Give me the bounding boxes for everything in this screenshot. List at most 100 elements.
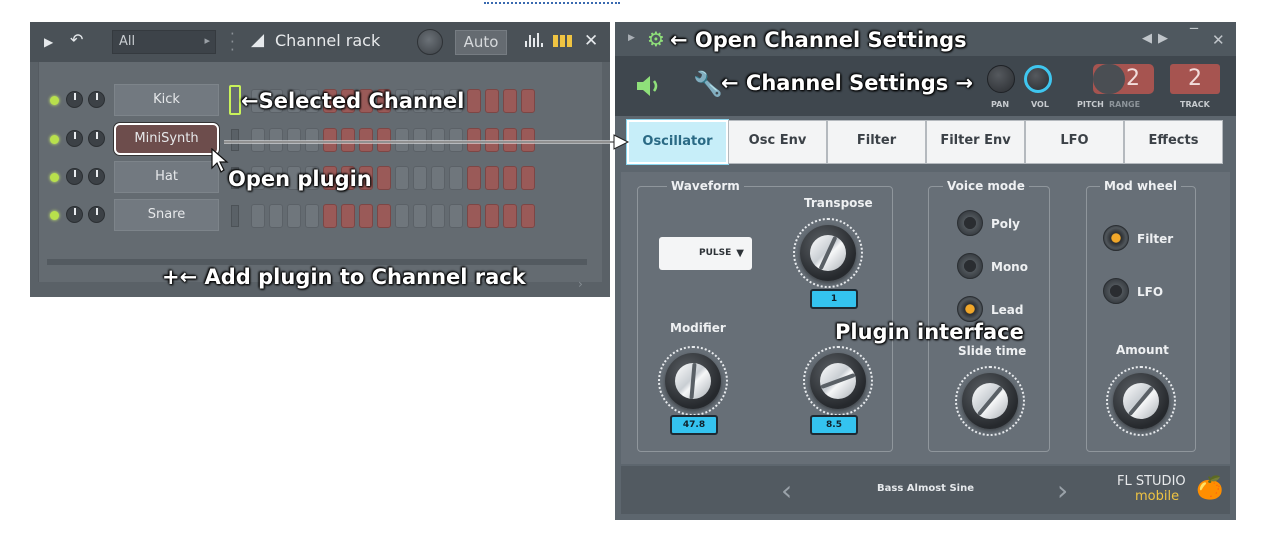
step[interactable]	[521, 166, 535, 190]
voice-lead-label: Lead	[991, 303, 1024, 317]
annotation-plugin-interface: Plugin interface	[835, 320, 1024, 344]
track-number[interactable]: 2	[1170, 64, 1220, 94]
pitch-range-control[interactable]: 2	[1093, 64, 1154, 94]
play-triangle-icon[interactable]: ▶	[628, 33, 635, 43]
step[interactable]	[449, 204, 463, 228]
step[interactable]	[323, 204, 337, 228]
volume-knob[interactable]	[88, 91, 105, 108]
channel-button-hat[interactable]: Hat	[114, 161, 219, 193]
volume-knob[interactable]	[88, 168, 105, 185]
close-icon[interactable]: ✕	[584, 33, 598, 50]
pan-knob[interactable]	[66, 168, 83, 185]
gear-icon[interactable]: ⚙	[647, 27, 665, 51]
amount-knob[interactable]	[1113, 373, 1169, 429]
step[interactable]	[449, 166, 463, 190]
voice-lead-radio[interactable]	[957, 296, 983, 322]
step[interactable]	[287, 204, 301, 228]
speaker-icon[interactable]	[635, 73, 663, 99]
channel-rack-toolbar: ▶ ↶ All ▸ · · · ◢ Channel rack Auto ✕	[30, 22, 610, 62]
annotation-selected-channel: ←Selected Channel	[241, 89, 465, 113]
step[interactable]	[467, 166, 481, 190]
volume-knob[interactable]	[88, 130, 105, 147]
chevron-right-icon: ▸	[204, 34, 210, 47]
channel-settings-window: ▶ ⚙ ◀ ▶ ‾ ✕ 🔧 PAN VOL 2 PITCH RANGE 2 TR…	[615, 22, 1236, 520]
mute-led[interactable]	[50, 211, 59, 220]
modifier-value[interactable]: 47.8	[670, 415, 718, 435]
step[interactable]	[467, 89, 481, 113]
undo-icon[interactable]: ↶	[70, 32, 83, 48]
modifier-knob[interactable]	[665, 353, 721, 409]
channel-button-minisynth[interactable]: MiniSynth	[114, 123, 219, 155]
step[interactable]	[377, 204, 391, 228]
channel-filter-select[interactable]: All ▸	[112, 30, 216, 54]
mute-led[interactable]	[50, 96, 59, 105]
step[interactable]	[431, 204, 445, 228]
swing-knob[interactable]	[417, 29, 443, 55]
step[interactable]	[377, 166, 391, 190]
step[interactable]	[485, 204, 499, 228]
next-preset-icon[interactable]: ›	[1057, 474, 1068, 507]
step[interactable]	[521, 89, 535, 113]
drag-handle-icon[interactable]: · · ·	[230, 27, 236, 58]
step[interactable]	[251, 204, 265, 228]
step[interactable]	[431, 166, 445, 190]
previous-arrow-icon[interactable]: ◀	[1142, 31, 1152, 46]
step[interactable]	[395, 166, 409, 190]
pan-knob[interactable]	[66, 91, 83, 108]
modulation-value[interactable]: 8.5	[810, 415, 858, 435]
volume-knob[interactable]	[88, 206, 105, 223]
selected-indicator[interactable]	[229, 85, 241, 115]
step[interactable]	[503, 204, 517, 228]
pan-knob[interactable]	[66, 130, 83, 147]
tab-effects[interactable]: Effects	[1124, 120, 1223, 164]
mute-led[interactable]	[50, 173, 59, 182]
transpose-knob[interactable]	[800, 225, 856, 281]
volume-knob[interactable]	[1024, 65, 1052, 93]
channel-button-snare[interactable]: Snare	[114, 199, 219, 231]
wrench-icon[interactable]: 🔧	[693, 70, 723, 98]
step[interactable]	[341, 204, 355, 228]
tab-oscillator[interactable]: Oscillator	[627, 120, 728, 164]
step-sequencer-icon[interactable]	[553, 35, 572, 47]
channel-select-indicator[interactable]	[231, 205, 239, 227]
step[interactable]	[395, 204, 409, 228]
step[interactable]	[467, 204, 481, 228]
mute-led[interactable]	[50, 135, 59, 144]
step[interactable]	[503, 89, 517, 113]
step[interactable]	[485, 89, 499, 113]
modwheel-filter-radio[interactable]	[1103, 225, 1129, 251]
step[interactable]	[305, 204, 319, 228]
tab-filter[interactable]: Filter	[827, 120, 926, 164]
graph-editor-icon[interactable]	[525, 33, 543, 47]
play-triangle-icon[interactable]: ▶	[44, 34, 53, 50]
auto-button[interactable]: Auto	[455, 30, 507, 55]
voice-poly-radio[interactable]	[957, 210, 983, 236]
voice-mode-group: Voice mode Poly Mono Lead Slide time	[928, 179, 1050, 452]
transpose-value[interactable]: 1	[810, 289, 858, 309]
modulation-knob[interactable]	[810, 353, 866, 409]
step[interactable]	[521, 204, 535, 228]
channel-button-kick[interactable]: Kick	[114, 84, 219, 116]
step[interactable]	[485, 166, 499, 190]
tab-lfo[interactable]: LFO	[1025, 120, 1124, 164]
fl-studio-mobile-logo: FL STUDIO mobile	[1117, 474, 1186, 504]
close-icon[interactable]: ✕	[1212, 31, 1225, 49]
tab-filter-env[interactable]: Filter Env	[926, 120, 1025, 164]
waveform-select[interactable]: PULSE ▼	[659, 237, 752, 270]
pan-knob[interactable]	[66, 206, 83, 223]
tab-osc-env[interactable]: Osc Env	[728, 120, 827, 164]
slide-time-knob[interactable]	[962, 373, 1018, 429]
step[interactable]	[413, 166, 427, 190]
step[interactable]	[359, 204, 373, 228]
minimize-icon[interactable]: ‾	[1190, 25, 1198, 44]
next-arrow-icon[interactable]: ▶	[1158, 31, 1168, 46]
step[interactable]	[269, 204, 283, 228]
channel-rack-title: Channel rack	[275, 31, 381, 50]
step[interactable]	[413, 204, 427, 228]
step[interactable]	[503, 166, 517, 190]
modwheel-lfo-radio[interactable]	[1103, 278, 1129, 304]
pitch-knob[interactable]	[1093, 64, 1125, 94]
vol-label: VOL	[1031, 100, 1049, 109]
voice-mono-radio[interactable]	[957, 253, 983, 279]
pan-knob[interactable]	[987, 65, 1015, 93]
